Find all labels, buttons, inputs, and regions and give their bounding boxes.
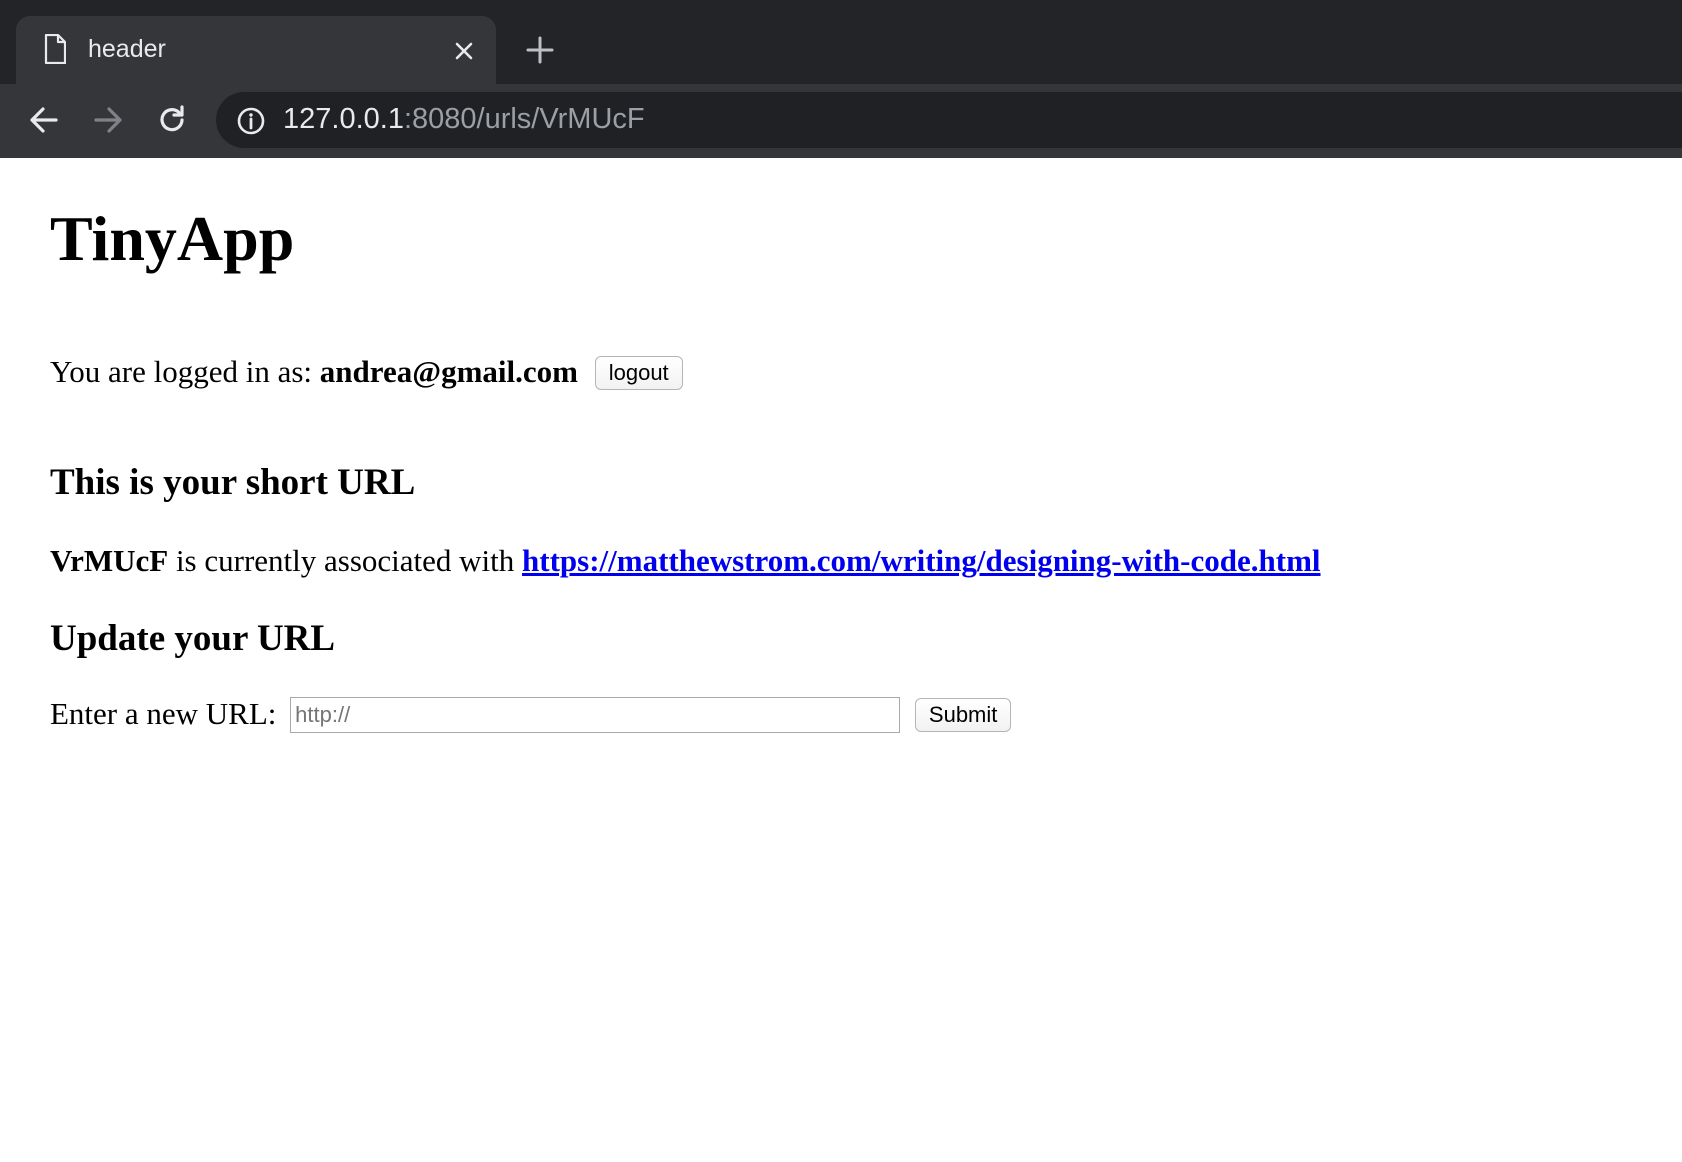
arrow-left-icon[interactable] [27, 103, 61, 137]
close-icon[interactable] [451, 38, 477, 64]
plus-icon[interactable] [525, 35, 555, 65]
arrow-right-icon[interactable] [91, 103, 125, 137]
reload-icon[interactable] [155, 103, 189, 137]
new-url-input[interactable] [290, 696, 901, 733]
address-url[interactable]: 127.0.0.1:8080/urls/VrMUcF [283, 101, 645, 137]
submit-button[interactable]: Submit [914, 697, 1012, 732]
new-url-label: Enter a new URL: [50, 696, 277, 731]
short-url-heading: This is your short URL [50, 462, 416, 503]
info-icon[interactable] [236, 106, 266, 136]
update-url-heading: Update your URL [50, 618, 336, 659]
login-prefix: You are logged in as: [50, 354, 313, 389]
user-email: andrea@gmail.com [319, 354, 578, 389]
long-url-link[interactable]: https://matthewstrom.com/writing/designi… [522, 543, 1321, 578]
logout-button[interactable]: logout [594, 355, 683, 390]
update-url-form: Enter a new URL: Submit [50, 694, 1012, 735]
short-url-association: VrMUcF is currently associated with http… [50, 541, 1321, 581]
association-text: is currently associated with [168, 543, 523, 578]
login-status: You are logged in as: andrea@gmail.com l… [50, 352, 683, 392]
tab-title: header [88, 35, 166, 63]
url-host: 127.0.0.1 [283, 103, 404, 135]
short-url-id: VrMUcF [50, 543, 169, 578]
page-icon [44, 34, 66, 64]
url-path: :8080/urls/VrMUcF [403, 103, 645, 135]
page-title: TinyApp [50, 203, 295, 274]
